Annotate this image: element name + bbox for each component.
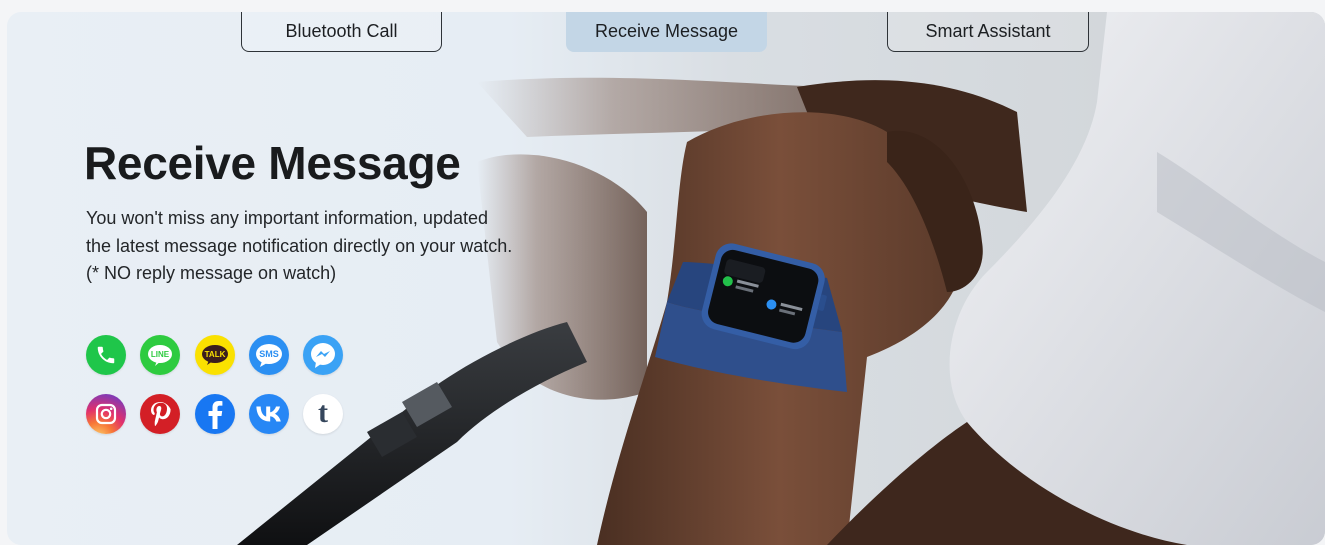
sms-icon-label: SMS <box>259 349 279 359</box>
description-line: You won't miss any important information… <box>86 208 488 228</box>
kakaotalk-icon: TALK <box>195 335 235 375</box>
description-line: the latest message notification directly… <box>86 235 513 256</box>
line-icon-label: LINE <box>151 350 170 359</box>
instagram-icon <box>86 394 126 434</box>
feature-title: Receive Message <box>84 137 461 189</box>
kakaotalk-icon-label: TALK <box>205 350 226 359</box>
pinterest-icon <box>140 394 180 434</box>
tab-receive-message[interactable]: Receive Message <box>566 12 767 52</box>
tumblr-icon: t <box>303 394 343 434</box>
vk-icon <box>249 394 289 434</box>
tumblr-icon-label: t <box>318 396 328 429</box>
facebook-icon <box>195 394 235 434</box>
tab-bluetooth-call[interactable]: Bluetooth Call <box>241 12 442 52</box>
tab-smart-assistant[interactable]: Smart Assistant <box>887 12 1089 52</box>
line-icon: LINE <box>140 335 180 375</box>
feature-description: You won't miss any important information… <box>86 205 606 288</box>
messenger-icon <box>303 335 343 375</box>
sms-icon: SMS <box>249 335 289 375</box>
description-line: (* NO reply message on watch) <box>86 263 337 283</box>
hero-banner: Bluetooth Call Receive Message Smart Ass… <box>7 12 1325 545</box>
phone-icon <box>86 335 126 375</box>
